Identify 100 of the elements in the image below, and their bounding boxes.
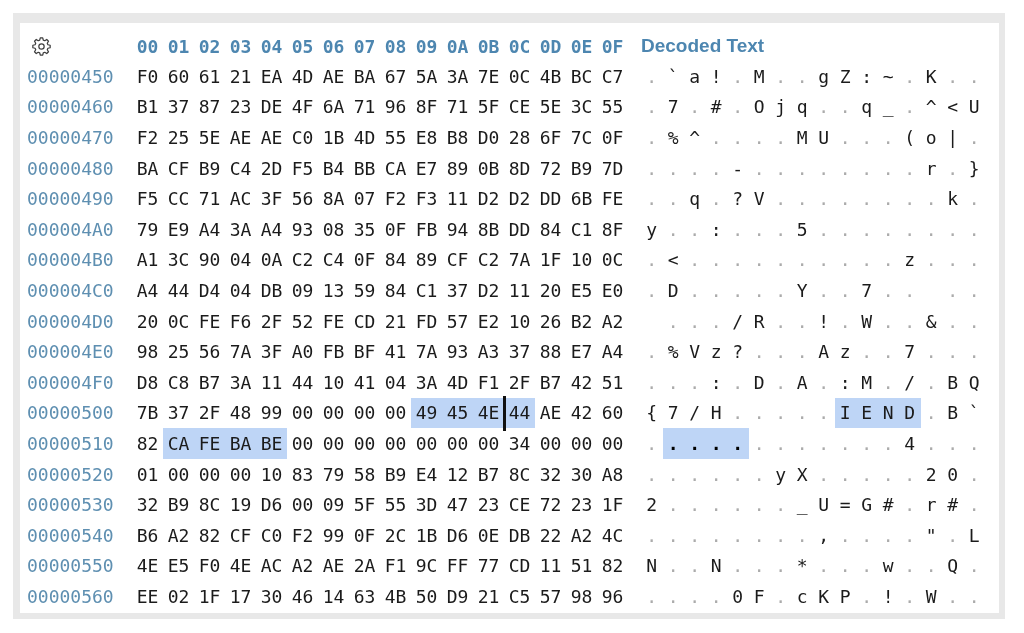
hex-byte[interactable]: 32 bbox=[132, 489, 163, 520]
decoded-char[interactable]: ~ bbox=[877, 61, 899, 92]
hex-byte[interactable]: 11 bbox=[504, 275, 535, 306]
hex-byte[interactable]: 21 bbox=[225, 61, 256, 92]
hex-byte[interactable]: 00 bbox=[194, 458, 225, 490]
hex-byte[interactable]: 41 bbox=[349, 366, 380, 398]
hex-byte[interactable]: 99 bbox=[256, 397, 287, 429]
decoded-char[interactable]: ! bbox=[877, 581, 899, 612]
hex-byte[interactable]: BF bbox=[349, 336, 380, 367]
hex-byte[interactable]: D9 bbox=[442, 581, 473, 612]
hex-byte[interactable]: 37 bbox=[163, 91, 194, 123]
decoded-char[interactable]: W bbox=[856, 305, 878, 337]
hex-byte[interactable]: 0F bbox=[349, 244, 380, 276]
decoded-char[interactable]: a bbox=[684, 61, 706, 92]
hex-byte[interactable]: 2C bbox=[380, 519, 411, 551]
hex-byte[interactable]: F2 bbox=[287, 519, 318, 551]
decoded-char[interactable]: Y bbox=[791, 275, 813, 306]
hex-byte[interactable]: 84 bbox=[380, 275, 411, 306]
hex-byte[interactable]: 89 bbox=[442, 152, 473, 184]
hex-byte[interactable]: B9 bbox=[194, 152, 225, 184]
hex-byte[interactable]: 07 bbox=[349, 183, 380, 214]
hex-byte[interactable]: EE bbox=[132, 581, 163, 612]
hex-byte[interactable]: AE bbox=[225, 122, 256, 153]
hex-byte[interactable]: 93 bbox=[287, 213, 318, 245]
hex-byte[interactable]: 7A bbox=[411, 336, 442, 367]
hex-byte[interactable]: 99 bbox=[318, 519, 349, 551]
hex-byte[interactable]: 00 bbox=[318, 428, 349, 459]
hex-byte[interactable]: 44 bbox=[287, 366, 318, 398]
hex-byte[interactable]: 8C bbox=[194, 489, 225, 520]
hex-byte[interactable]: E5 bbox=[163, 550, 194, 582]
decoded-char[interactable]: & bbox=[920, 305, 942, 337]
decoded-char[interactable]: X bbox=[791, 458, 813, 490]
decoded-char[interactable]: V bbox=[684, 336, 706, 367]
decoded-char[interactable]: A bbox=[791, 366, 813, 398]
decoded-char[interactable]: , bbox=[813, 519, 835, 551]
decoded-char[interactable]: H bbox=[705, 397, 727, 429]
decoded-char[interactable]: | bbox=[942, 122, 964, 153]
hex-byte[interactable]: 6F bbox=[535, 122, 566, 153]
hex-byte[interactable]: 1F bbox=[597, 489, 628, 520]
hex-byte[interactable]: 84 bbox=[380, 244, 411, 276]
decoded-char[interactable]: # bbox=[705, 91, 727, 123]
hex-byte[interactable]: B1 bbox=[132, 91, 163, 123]
hex-byte[interactable]: 89 bbox=[411, 244, 442, 276]
hex-byte[interactable]: A3 bbox=[473, 336, 504, 367]
hex-byte[interactable]: CF bbox=[225, 519, 256, 551]
hex-byte[interactable]: B9 bbox=[380, 458, 411, 490]
decoded-char[interactable]: Q bbox=[942, 550, 964, 582]
decoded-char[interactable]: N bbox=[877, 397, 899, 429]
hex-byte[interactable]: 4E bbox=[473, 397, 504, 429]
decoded-char[interactable]: / bbox=[727, 305, 749, 337]
hex-byte[interactable]: 5F bbox=[473, 91, 504, 123]
hex-byte[interactable]: C0 bbox=[287, 122, 318, 153]
hex-byte[interactable]: DB bbox=[504, 519, 535, 551]
hex-byte[interactable]: 84 bbox=[535, 213, 566, 245]
hex-byte[interactable]: F6 bbox=[225, 305, 256, 337]
hex-byte[interactable]: 41 bbox=[380, 336, 411, 367]
hex-byte[interactable]: 11 bbox=[256, 366, 287, 398]
hex-byte[interactable]: 5F bbox=[349, 489, 380, 520]
hex-byte[interactable]: 55 bbox=[380, 122, 411, 153]
hex-byte[interactable]: 8C bbox=[504, 458, 535, 490]
decoded-char[interactable]: B bbox=[942, 397, 964, 429]
hex-byte[interactable]: 08 bbox=[318, 213, 349, 245]
decoded-char[interactable]: ? bbox=[727, 336, 749, 367]
hex-byte[interactable]: A1 bbox=[132, 244, 163, 276]
hex-byte[interactable]: BC bbox=[566, 61, 597, 92]
hex-byte[interactable]: A4 bbox=[132, 275, 163, 306]
hex-byte[interactable]: 83 bbox=[287, 458, 318, 490]
hex-byte[interactable]: 7A bbox=[225, 336, 256, 367]
hex-byte[interactable]: 0C bbox=[504, 61, 535, 92]
hex-byte[interactable]: 00 bbox=[442, 428, 473, 459]
settings-icon[interactable] bbox=[32, 36, 51, 56]
hex-byte[interactable]: 2F bbox=[194, 397, 225, 429]
decoded-char[interactable]: z bbox=[705, 336, 727, 367]
hex-byte[interactable]: C4 bbox=[225, 152, 256, 184]
hex-byte[interactable]: 4E bbox=[132, 550, 163, 582]
hex-byte[interactable]: 1B bbox=[318, 122, 349, 153]
hex-byte[interactable]: 00 bbox=[225, 458, 256, 490]
hex-byte[interactable]: 4E bbox=[225, 550, 256, 582]
hex-byte[interactable]: FF bbox=[442, 550, 473, 582]
hex-byte[interactable]: CE bbox=[504, 91, 535, 123]
decoded-char[interactable]: _ bbox=[877, 91, 899, 123]
hex-byte[interactable]: DD bbox=[535, 183, 566, 214]
hex-byte[interactable]: B9 bbox=[566, 152, 597, 184]
hex-byte[interactable]: 30 bbox=[256, 581, 287, 612]
hex-byte[interactable]: CA bbox=[163, 428, 194, 459]
hex-byte[interactable]: 7B bbox=[132, 397, 163, 429]
decoded-char[interactable]: A bbox=[813, 336, 835, 367]
hex-byte[interactable]: 44 bbox=[163, 275, 194, 306]
decoded-char[interactable]: 0 bbox=[727, 581, 749, 612]
hex-byte[interactable]: 0E bbox=[473, 519, 504, 551]
hex-byte[interactable]: 6B bbox=[566, 183, 597, 214]
hex-byte[interactable]: 00 bbox=[349, 397, 380, 429]
hex-byte[interactable]: FE bbox=[194, 305, 225, 337]
hex-byte[interactable]: FE bbox=[194, 428, 225, 459]
hex-byte[interactable]: 1F bbox=[535, 244, 566, 276]
hex-byte[interactable]: E8 bbox=[411, 122, 442, 153]
decoded-char[interactable]: 0 bbox=[942, 458, 964, 490]
hex-byte[interactable]: B2 bbox=[566, 305, 597, 337]
decoded-char[interactable]: Z bbox=[834, 61, 856, 92]
hex-byte[interactable]: 00 bbox=[318, 397, 349, 429]
